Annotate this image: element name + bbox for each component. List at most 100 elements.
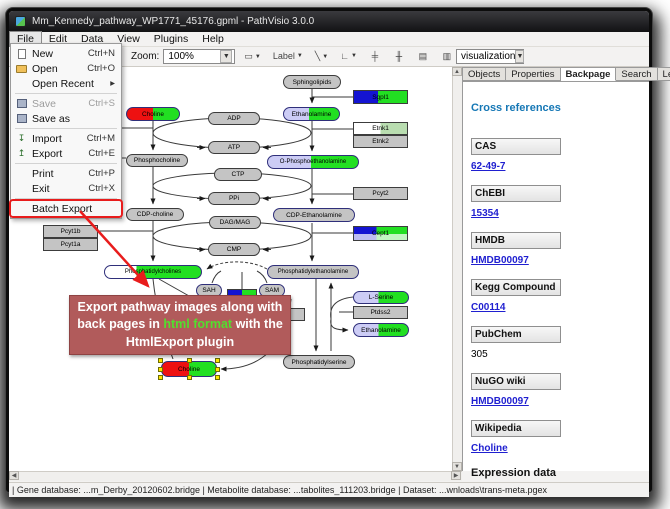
pathvisio-app-icon (15, 16, 26, 27)
tab-search[interactable]: Search (616, 67, 657, 81)
save-as-icon (14, 113, 29, 124)
pathway-node-cdp-choline[interactable]: CDP-choline (126, 208, 184, 221)
canvas-vertical-scrollbar[interactable]: ▲ ▼ (452, 67, 462, 471)
pathway-node-ethanolamine-top[interactable]: Ethanolamine (283, 107, 340, 121)
visualization-dropdown-icon[interactable]: ▼ (515, 50, 524, 63)
save-icon (14, 98, 29, 109)
crossref-header: HMDB (471, 232, 561, 249)
scroll-down-icon[interactable]: ▼ (452, 462, 462, 471)
pathway-node-cmp[interactable]: CMP (208, 243, 260, 256)
title-bar[interactable]: Mm_Kennedy_pathway_WP1771_45176.gpml - P… (9, 11, 649, 32)
pathway-node-ethanolamine-bottom[interactable]: Ethanolamine (353, 323, 409, 337)
pathway-node-o-phosphoethanolamine[interactable]: O-Phosphoethanolamine (267, 155, 359, 169)
stack-vertical-button[interactable]: ▤ (414, 49, 432, 65)
crossref-value: 305 (471, 349, 641, 360)
file-menu-item-open-recent[interactable]: Open Recent▸ (11, 76, 121, 91)
label-button[interactable]: Label▼ (270, 48, 306, 64)
file-menu-item-batch-export[interactable]: Batch Export (11, 201, 121, 216)
crossref-section-wikipedia: WikipediaCholine (471, 420, 641, 454)
pathway-node-ptdss2[interactable]: Ptdss2 (353, 306, 408, 319)
stack-horizontal-button[interactable]: ▥ (438, 49, 456, 65)
crossref-link[interactable]: HMDB00097 (471, 255, 641, 266)
import-icon: ↧ (14, 133, 29, 144)
pathway-node-ppi[interactable]: PPi (208, 192, 260, 205)
annotation-text-highlight: html format (163, 317, 232, 331)
pathway-node-phosphatidylcholines[interactable]: Phosphatidylcholines (104, 265, 202, 279)
pathway-node-sphingolipids[interactable]: Sphingolipids (283, 75, 341, 89)
pathway-node-choline-top[interactable]: Choline (126, 107, 180, 121)
pathway-node-ctp[interactable]: CTP (214, 168, 262, 181)
file-menu-item-save[interactable]: SaveCtrl+S (11, 96, 121, 111)
pathway-node-dag-mag[interactable]: DAG/MAG (209, 216, 261, 229)
pathway-node-etnk2[interactable]: Etnk2 (353, 135, 408, 148)
file-menu-item-print[interactable]: PrintCtrl+P (11, 166, 121, 181)
pathway-node-pcyt1a[interactable]: Pcyt1a (43, 238, 98, 251)
crossref-section-hmdb: HMDB HMDB00097 (471, 232, 641, 266)
menu-separator (15, 163, 117, 164)
tab-legend[interactable]: Legend (658, 67, 670, 81)
pathway-node-l-serine[interactable]: L-Serine (353, 291, 409, 304)
file-menu-dropdown: NewCtrl+NOpenCtrl+OOpen Recent▸ SaveCtrl+… (10, 43, 122, 219)
pathvisio-window: Mm_Kennedy_pathway_WP1771_45176.gpml - P… (6, 8, 652, 492)
pathway-node-atp[interactable]: ATP (208, 141, 260, 154)
file-menu-item-save-as[interactable]: Save as (11, 111, 121, 126)
pathway-node-sgpl1[interactable]: Sgpl1 (353, 90, 408, 104)
selection-handle[interactable] (215, 367, 220, 372)
tab-objects[interactable]: Objects (463, 67, 506, 81)
tab-backpage[interactable]: Backpage (561, 67, 617, 81)
align-center-x-button[interactable]: ╪ (366, 48, 384, 64)
pathway-node-adp[interactable]: ADP (208, 112, 260, 125)
crossref-link[interactable]: Choline (471, 443, 641, 454)
pathway-node-cept1[interactable]: Cept1 (353, 226, 408, 241)
pathway-node-pcyt2[interactable]: Pcyt2 (353, 187, 408, 200)
crossref-header: CAS (471, 138, 561, 155)
pathway-node-phosphocholine[interactable]: Phosphocholine (126, 154, 188, 167)
no-icon (14, 183, 29, 194)
expression-data-heading: Expression data (471, 467, 641, 479)
crossref-link[interactable]: 15354 (471, 208, 641, 219)
crossref-header: ChEBI (471, 185, 561, 202)
selection-handle[interactable] (215, 358, 220, 363)
file-menu-item-new[interactable]: NewCtrl+N (11, 46, 121, 61)
status-bar: | Gene database: ...m_Derby_20120602.bri… (9, 482, 649, 497)
file-menu-item-exit[interactable]: ExitCtrl+X (11, 181, 121, 196)
file-menu-item-export[interactable]: ↥ExportCtrl+E (11, 146, 121, 161)
menubar-item-help[interactable]: Help (195, 32, 231, 46)
selection-handle[interactable] (158, 358, 163, 363)
callout-annotation-box: Export pathway images along with back pa… (69, 295, 291, 355)
menubar-item-plugins[interactable]: Plugins (147, 32, 195, 46)
file-menu-item-import[interactable]: ↧ImportCtrl+M (11, 131, 121, 146)
align-center-y-button[interactable]: ╫ (390, 48, 408, 64)
line-button[interactable]: ╲▼ (312, 49, 331, 65)
crossref-link[interactable]: HMDB00097 (471, 396, 641, 407)
file-menu-item-open[interactable]: OpenCtrl+O (11, 61, 121, 76)
pathway-node-phosphatidylserine[interactable]: Phosphatidylserine (283, 355, 355, 369)
zoom-dropdown-icon[interactable]: ▼ (220, 50, 232, 63)
crossref-header: Kegg Compound (471, 279, 561, 296)
connector-button[interactable]: ∟▼ (337, 48, 360, 64)
no-icon (14, 168, 29, 179)
crossref-section-kegg-compound: Kegg Compound C00114 (471, 279, 641, 313)
scroll-left-icon[interactable]: ◀ (9, 471, 19, 480)
scroll-up-icon[interactable]: ▲ (452, 67, 462, 76)
selection-handle[interactable] (187, 375, 192, 380)
selection-handle[interactable] (158, 367, 163, 372)
zoom-combobox[interactable]: 100% ▼ (163, 49, 235, 64)
crossref-section-cas: CAS 62-49-7 (471, 138, 641, 172)
no-icon (14, 78, 29, 89)
pathway-node-etnk1[interactable]: Etnk1 (353, 122, 408, 135)
canvas-horizontal-scrollbar[interactable]: ◀ ▶ (9, 471, 462, 481)
datanode-button[interactable]: ▭▼ (241, 49, 263, 65)
visualization-combobox[interactable]: visualization ▼ (456, 49, 524, 64)
crossref-link[interactable]: C00114 (471, 302, 641, 313)
selection-handle[interactable] (187, 358, 192, 363)
zoom-label: Zoom: (131, 51, 159, 62)
pathway-node-cdp-ethanolamine[interactable]: CDP-Ethanolamine (273, 208, 355, 222)
scroll-right-icon[interactable]: ▶ (451, 471, 461, 480)
pathway-node-phosphatidylethanolamine[interactable]: Phosphatidylethanolamine (267, 265, 359, 279)
pathway-node-pcyt1b[interactable]: Pcyt1b (43, 225, 98, 238)
crossref-link[interactable]: 62-49-7 (471, 161, 641, 172)
tab-properties[interactable]: Properties (506, 67, 560, 81)
selection-handle[interactable] (215, 375, 220, 380)
selection-handle[interactable] (158, 375, 163, 380)
